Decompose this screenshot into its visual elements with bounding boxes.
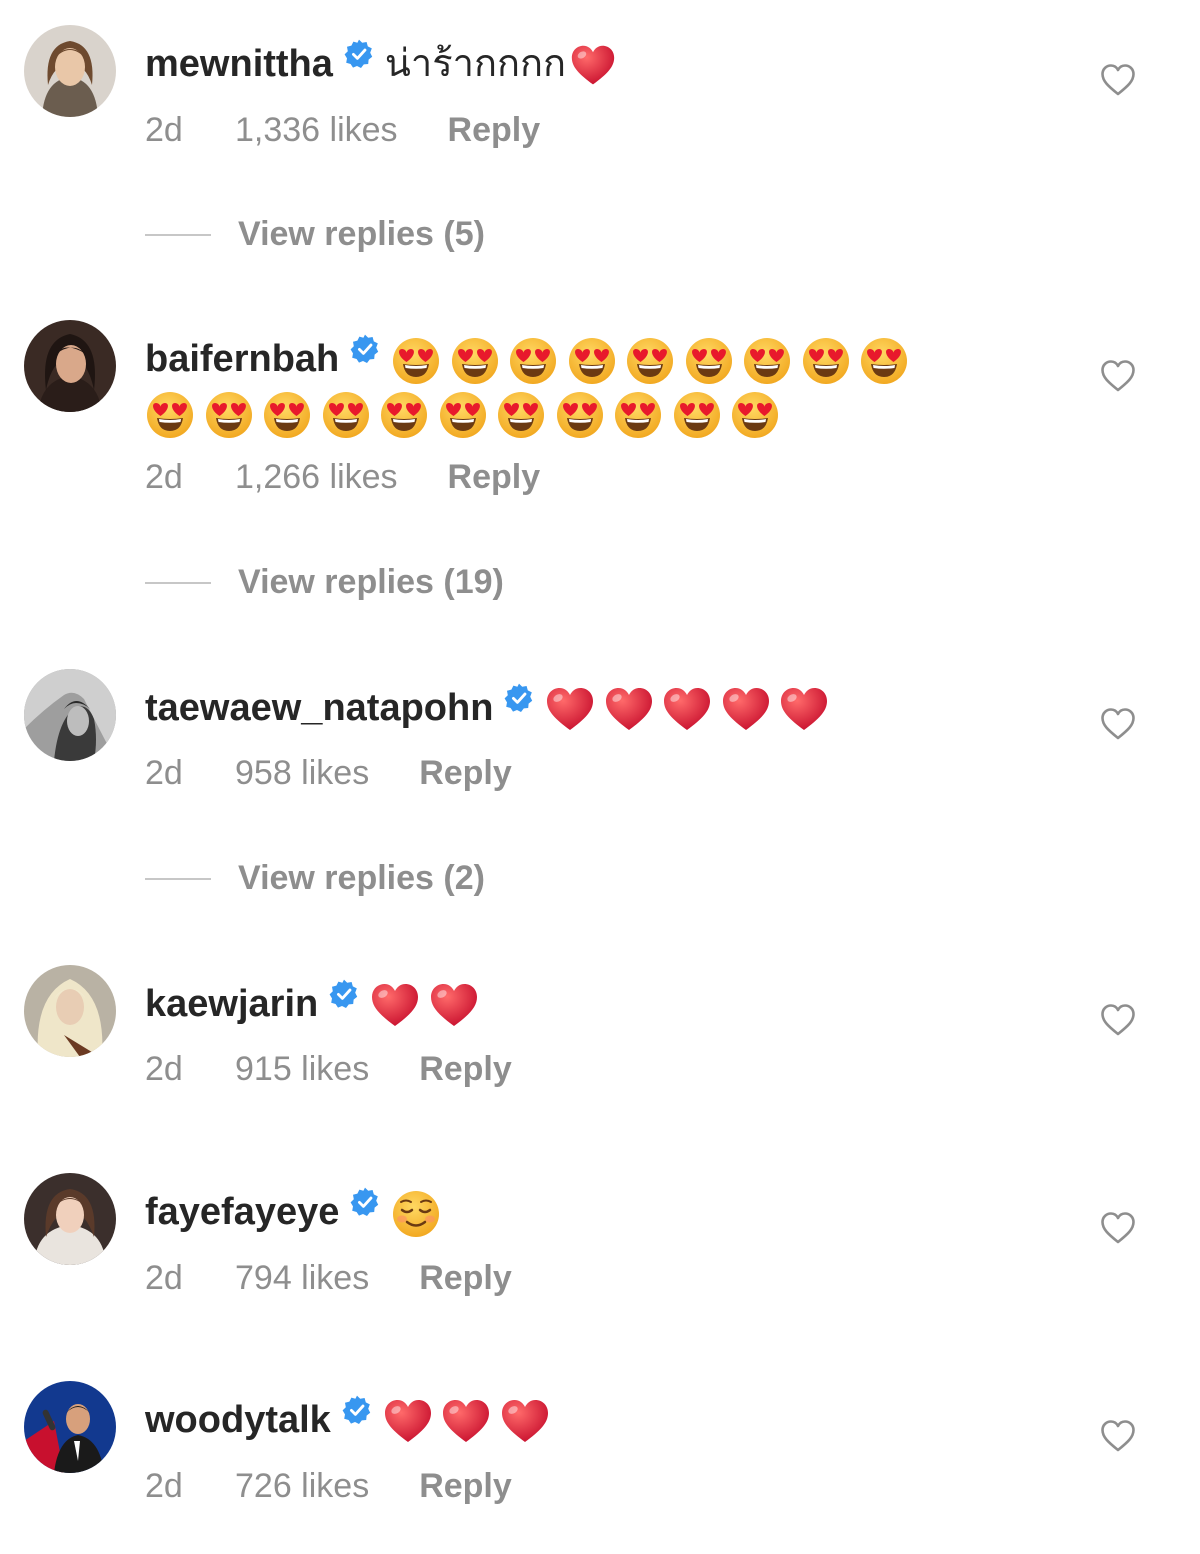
reply-button[interactable]: Reply [419,1049,512,1089]
heart-eyes-emoji [204,390,254,440]
comment-meta: 2d 1,336 likes Reply [145,110,540,150]
reply-button[interactable]: Reply [448,457,541,497]
heart-eyes-emoji [672,390,722,440]
likes-count[interactable]: 1,336 likes [235,110,398,150]
red-heart-emoji [779,685,829,735]
heart-eyes-emoji [379,390,429,440]
comment-header: fayefayeye [145,1183,1045,1241]
heart-eyes-emoji [508,336,558,386]
divider [145,877,211,880]
heart-eyes-emoji [450,336,500,386]
red-heart-emoji [662,685,712,735]
comment-time: 2d [145,111,183,149]
red-heart-emoji [604,685,654,735]
likes-count[interactable]: 958 likes [235,753,369,793]
verified-badge-icon [505,683,533,712]
red-heart-emoji [721,685,771,735]
heart-eyes-emoji [145,390,195,440]
avatar[interactable] [24,1173,116,1265]
likes-count[interactable]: 1,266 likes [235,457,398,497]
heart-eyes-emoji [391,336,441,386]
heart-outline-icon[interactable] [1100,63,1136,97]
verified-badge-icon [350,334,379,363]
username[interactable]: kaewjarin [145,983,318,1025]
comment-header: kaewjarin [145,975,1045,1033]
comment-header: taewaew_natapohn [145,679,1045,737]
heart-eyes-emoji [262,390,312,440]
comment-time: 2d [145,1050,183,1088]
avatar[interactable] [24,1381,116,1473]
view-replies-label[interactable]: View replies (5) [238,215,485,253]
red-heart-emoji [500,1397,550,1447]
heart-outline-icon[interactable] [1100,359,1136,393]
reply-button[interactable]: Reply [448,110,541,150]
heart-eyes-emoji [859,336,909,386]
heart-outline-icon[interactable] [1100,1419,1136,1453]
divider [145,581,211,584]
reply-button[interactable]: Reply [419,1466,512,1506]
comment-meta: 2d 1,266 likes Reply [145,457,540,497]
username[interactable]: woodytalk [145,1399,331,1441]
heart-eyes-emoji [801,336,851,386]
username[interactable]: fayefayeye [145,1191,339,1233]
smiling-face-emoji [391,1189,441,1239]
comment-time: 2d [145,458,183,496]
heart-eyes-emoji [567,336,617,386]
heart-eyes-emoji [742,336,792,386]
heart-eyes-emoji [684,336,734,386]
likes-count[interactable]: 794 likes [235,1258,369,1298]
heart-eyes-emoji [496,390,546,440]
comment-header: mewnittha น่าร้ากกกก [145,35,1045,93]
view-replies-button[interactable]: View replies (19) [145,563,504,602]
comment-emoji-line [145,390,1045,440]
heart-outline-icon[interactable] [1100,1003,1136,1037]
heart-eyes-emoji [625,336,675,386]
comment-time: 2d [145,1467,183,1505]
username[interactable]: mewnittha [145,43,333,85]
heart-eyes-emoji [730,390,780,440]
view-replies-button[interactable]: View replies (2) [145,859,485,898]
comment-text: น่าร้ากกกก [384,43,566,85]
comment-time: 2d [145,1259,183,1297]
heart-outline-icon[interactable] [1100,707,1136,741]
divider [145,233,211,236]
username[interactable]: taewaew_natapohn [145,687,493,729]
avatar[interactable] [24,320,116,412]
comment-header: woodytalk [145,1391,1045,1449]
comment-meta: 2d 915 likes Reply [145,1049,512,1089]
red-heart-emoji [441,1397,491,1447]
verified-badge-icon [350,1187,379,1216]
verified-badge-icon [329,979,358,1008]
avatar[interactable] [24,669,116,761]
red-heart-emoji [570,43,616,89]
likes-count[interactable]: 915 likes [235,1049,369,1089]
heart-eyes-emoji [321,390,371,440]
avatar[interactable] [24,965,116,1057]
verified-badge-icon [342,1395,371,1424]
red-heart-emoji [545,685,595,735]
username[interactable]: baifernbah [145,338,339,380]
reply-button[interactable]: Reply [419,1258,512,1298]
view-replies-label[interactable]: View replies (2) [238,859,485,897]
comment-meta: 2d 958 likes Reply [145,753,512,793]
red-heart-emoji [383,1397,433,1447]
comment-header: baifernbah [145,330,1045,388]
reply-button[interactable]: Reply [419,753,512,793]
heart-eyes-emoji [555,390,605,440]
red-heart-emoji [429,981,479,1031]
view-replies-label[interactable]: View replies (19) [238,563,504,601]
likes-count[interactable]: 726 likes [235,1466,369,1506]
comment-time: 2d [145,754,183,792]
comment-meta: 2d 726 likes Reply [145,1466,512,1506]
red-heart-emoji [370,981,420,1031]
avatar[interactable] [24,25,116,117]
verified-badge-icon [344,39,373,68]
comment-meta: 2d 794 likes Reply [145,1258,512,1298]
heart-outline-icon[interactable] [1100,1211,1136,1245]
heart-eyes-emoji [613,390,663,440]
heart-eyes-emoji [438,390,488,440]
view-replies-button[interactable]: View replies (5) [145,215,485,254]
